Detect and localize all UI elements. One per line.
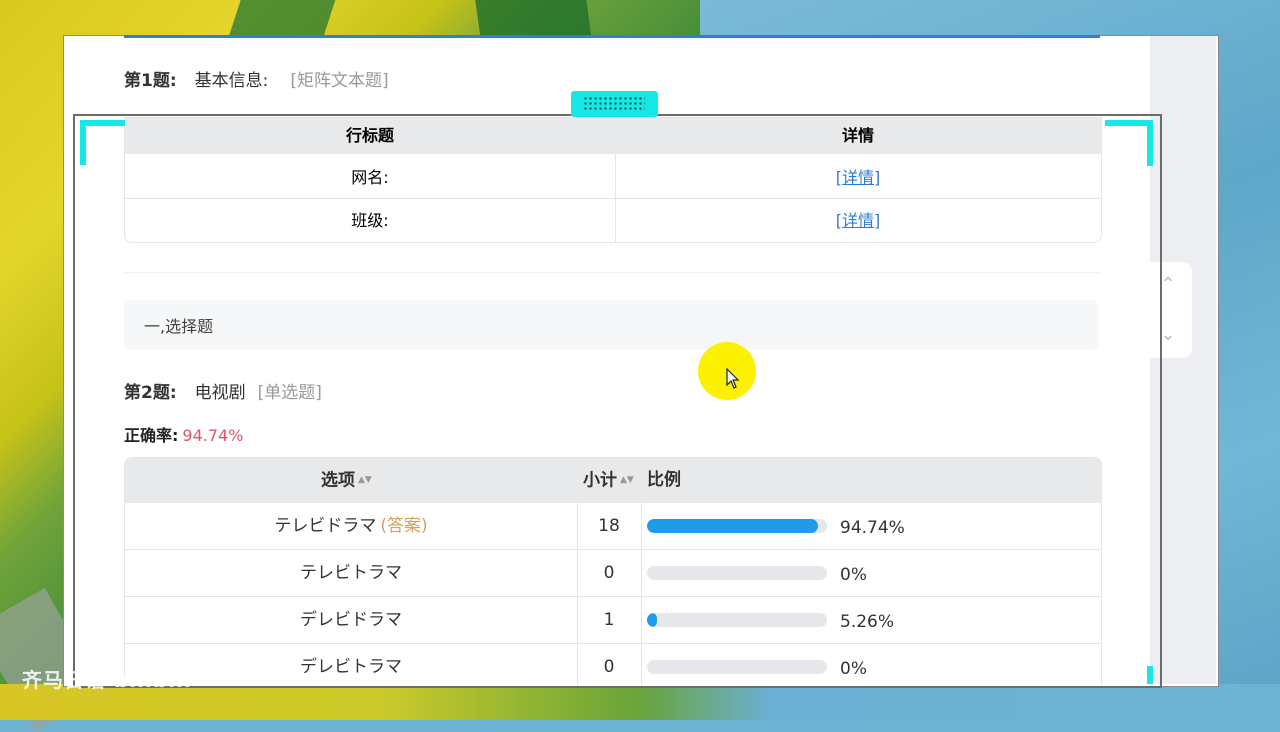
question-type: [矩阵文本题] <box>290 71 389 91</box>
question-title: 基本信息: <box>194 71 269 91</box>
capture-corner <box>1105 120 1153 126</box>
mouse-pointer-icon <box>726 368 740 389</box>
watermark: 齐马日语 bilibili <box>22 668 192 692</box>
question-number: 第1题: <box>124 71 177 91</box>
background-painting <box>0 684 1280 720</box>
capture-corner <box>80 120 86 165</box>
question-1-heading: 第1题: 基本信息: [矩阵文本题] <box>124 66 389 91</box>
capture-frame <box>73 114 1162 688</box>
capture-corner <box>1147 666 1153 684</box>
header-accent-line <box>124 35 1100 38</box>
capture-corner <box>80 120 125 126</box>
grip-icon <box>583 96 645 112</box>
capture-corner <box>1147 120 1153 166</box>
